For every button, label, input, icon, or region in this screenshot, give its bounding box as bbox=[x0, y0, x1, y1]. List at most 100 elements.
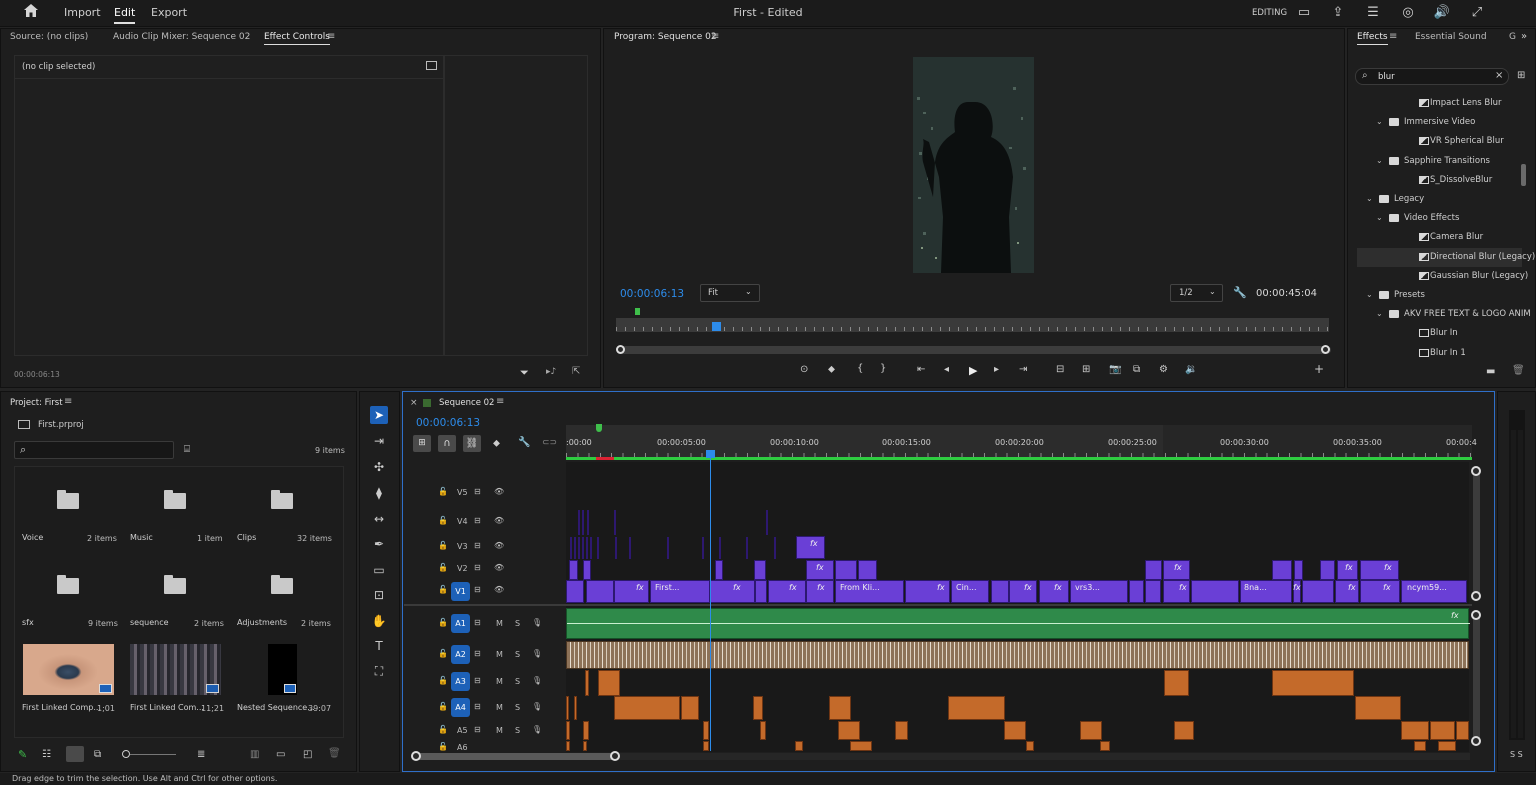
scroll-handle[interactable] bbox=[1471, 736, 1481, 746]
scroll-handle[interactable] bbox=[1471, 591, 1481, 601]
microphone-icon[interactable]: 🎙 bbox=[532, 676, 542, 685]
effects-scrollbar[interactable] bbox=[1521, 164, 1526, 186]
sort-icon[interactable]: ≣ bbox=[197, 749, 205, 760]
track-target-a1[interactable]: A1 bbox=[451, 614, 470, 633]
track-target-v1[interactable]: V1 bbox=[451, 582, 470, 601]
volume-icon[interactable]: 🔉 bbox=[1185, 364, 1197, 375]
lift-icon[interactable]: ⊟ bbox=[1056, 364, 1064, 375]
effect-tree-item[interactable]: ⌄ Immersive Video bbox=[1357, 113, 1522, 132]
zoom-slider-handle[interactable] bbox=[122, 750, 130, 758]
sync-lock-icon[interactable]: ⊟ bbox=[474, 585, 481, 594]
add-marker-icon[interactable]: ⬥ bbox=[828, 364, 835, 375]
video-clip[interactable] bbox=[1272, 560, 1292, 580]
auto-reframe-tool-icon[interactable]: ⛶ bbox=[370, 662, 388, 680]
effect-tree-item[interactable]: ⌄ AKV FREE TEXT & LOGO ANIM bbox=[1357, 305, 1531, 324]
zoom-handle-right[interactable] bbox=[1321, 345, 1330, 354]
chevron-down-icon[interactable]: ⌄ bbox=[1376, 213, 1383, 222]
video-clip[interactable] bbox=[582, 510, 584, 535]
audio-clip[interactable] bbox=[566, 696, 569, 720]
bin-name[interactable]: Voice bbox=[22, 533, 43, 542]
media-thumbnail-nested[interactable] bbox=[268, 644, 297, 695]
quick-export-icon[interactable]: ☰ bbox=[1364, 4, 1382, 22]
step-forward-icon[interactable]: ▸ bbox=[994, 364, 999, 375]
solo-button[interactable]: S bbox=[515, 677, 520, 686]
timeline-timecode[interactable]: 00:00:06:13 bbox=[416, 417, 480, 429]
solo-button[interactable]: S bbox=[515, 650, 520, 659]
captions-icon[interactable]: ⊂⊃ bbox=[542, 438, 557, 448]
ripple-edit-tool-icon[interactable]: ✣ bbox=[370, 458, 388, 476]
more-panels-icon[interactable]: » bbox=[1521, 31, 1527, 42]
sequence-title[interactable]: Sequence 02 bbox=[439, 398, 494, 408]
fullscreen-icon[interactable]: ⤢ bbox=[1468, 4, 1486, 22]
audio-clip[interactable] bbox=[585, 670, 589, 696]
lock-icon[interactable]: 🔓 bbox=[438, 487, 448, 496]
slip-tool-icon[interactable]: ↔ bbox=[370, 510, 388, 528]
effect-tree-item[interactable]: Blur In bbox=[1357, 324, 1522, 343]
eye-icon[interactable]: 👁 bbox=[494, 487, 504, 496]
resolution-dropdown[interactable]: 1/2 ⌄ bbox=[1170, 284, 1223, 302]
tab-source[interactable]: Source: (no clips) bbox=[10, 32, 88, 42]
marker-icon[interactable]: ⊙ bbox=[800, 364, 808, 375]
audio-clip[interactable] bbox=[895, 721, 908, 740]
bin-name[interactable]: Clips bbox=[237, 533, 256, 542]
chevron-down-icon[interactable]: ⌄ bbox=[1366, 290, 1373, 299]
snap-icon[interactable]: ∩ bbox=[438, 435, 456, 452]
list-view-icon[interactable]: ☷ bbox=[42, 749, 51, 760]
audio-clip[interactable] bbox=[703, 741, 709, 751]
chevron-down-icon[interactable]: ⌄ bbox=[1376, 117, 1383, 126]
mute-button[interactable]: M bbox=[496, 703, 503, 712]
lock-icon[interactable]: 🔓 bbox=[438, 649, 448, 658]
razor-tool-icon[interactable]: ⧫ bbox=[370, 484, 388, 502]
project-search-input[interactable]: ⌕ bbox=[14, 441, 174, 459]
chevron-down-icon[interactable]: ⌄ bbox=[1376, 309, 1383, 318]
panel-menu-icon[interactable]: ≡ bbox=[64, 396, 72, 407]
audio-clip[interactable] bbox=[1456, 721, 1469, 740]
remix-tool-icon[interactable]: ⊡ bbox=[370, 586, 388, 604]
extract-icon[interactable]: ⊞ bbox=[1082, 364, 1090, 375]
audio-clip[interactable] bbox=[681, 696, 699, 720]
video-clip[interactable] bbox=[586, 537, 588, 559]
video-clip[interactable] bbox=[1302, 580, 1334, 603]
program-timecode[interactable]: 00:00:06:13 bbox=[620, 288, 684, 300]
video-clip[interactable] bbox=[1145, 560, 1162, 580]
audio-clip[interactable] bbox=[1272, 670, 1354, 696]
hand-tool-icon[interactable]: ✋ bbox=[370, 612, 388, 630]
video-clip[interactable] bbox=[1320, 560, 1335, 580]
video-clip[interactable] bbox=[754, 560, 766, 580]
progress-icon[interactable]: ◎ bbox=[1399, 4, 1417, 22]
video-clip[interactable] bbox=[1145, 580, 1161, 603]
lock-icon[interactable]: 🔓 bbox=[438, 541, 448, 550]
microphone-icon[interactable]: 🎙 bbox=[532, 725, 542, 734]
eye-icon[interactable]: 👁 bbox=[494, 541, 504, 550]
chevron-down-icon[interactable]: ⌄ bbox=[1366, 194, 1373, 203]
sync-lock-icon[interactable]: ⊟ bbox=[474, 618, 481, 627]
video-clip[interactable] bbox=[768, 580, 806, 603]
lock-icon[interactable]: 🔓 bbox=[438, 563, 448, 572]
video-clip[interactable] bbox=[1009, 580, 1037, 603]
video-clip[interactable] bbox=[569, 560, 578, 580]
lock-icon[interactable]: 🔓 bbox=[438, 618, 448, 627]
panel-menu-icon[interactable]: ≡ bbox=[327, 31, 335, 42]
effect-tree-item[interactable]: S_DissolveBlur bbox=[1357, 171, 1522, 190]
audio-clip[interactable] bbox=[566, 721, 570, 740]
tab-audio-clip-mixer[interactable]: Audio Clip Mixer: Sequence 02 bbox=[113, 32, 250, 42]
microphone-icon[interactable]: 🎙 bbox=[532, 702, 542, 711]
in-marker[interactable] bbox=[596, 424, 602, 432]
filter-icon[interactable]: ⏷ bbox=[520, 366, 529, 380]
video-clip[interactable] bbox=[746, 537, 748, 559]
audio-clip[interactable] bbox=[1174, 721, 1194, 740]
rectangle-tool-icon[interactable]: ▭ bbox=[370, 561, 388, 579]
effect-tree-item[interactable]: ⌄ Video Effects bbox=[1357, 209, 1522, 228]
audio-vertical-scrollbar[interactable] bbox=[1473, 611, 1480, 745]
audio-clip[interactable] bbox=[703, 721, 709, 740]
video-clip[interactable] bbox=[858, 560, 877, 580]
audio-clip[interactable] bbox=[574, 696, 577, 720]
lock-icon[interactable]: 🔓 bbox=[438, 742, 448, 751]
new-bin-icon[interactable]: ▭ bbox=[276, 749, 285, 760]
mark-out-icon[interactable]: } bbox=[880, 363, 886, 374]
lock-icon[interactable]: 🔓 bbox=[438, 702, 448, 711]
audio-clip[interactable] bbox=[1080, 721, 1102, 740]
eye-icon[interactable]: 👁 bbox=[494, 585, 504, 594]
mute-button[interactable]: M bbox=[496, 677, 503, 686]
video-clip[interactable] bbox=[578, 510, 580, 535]
